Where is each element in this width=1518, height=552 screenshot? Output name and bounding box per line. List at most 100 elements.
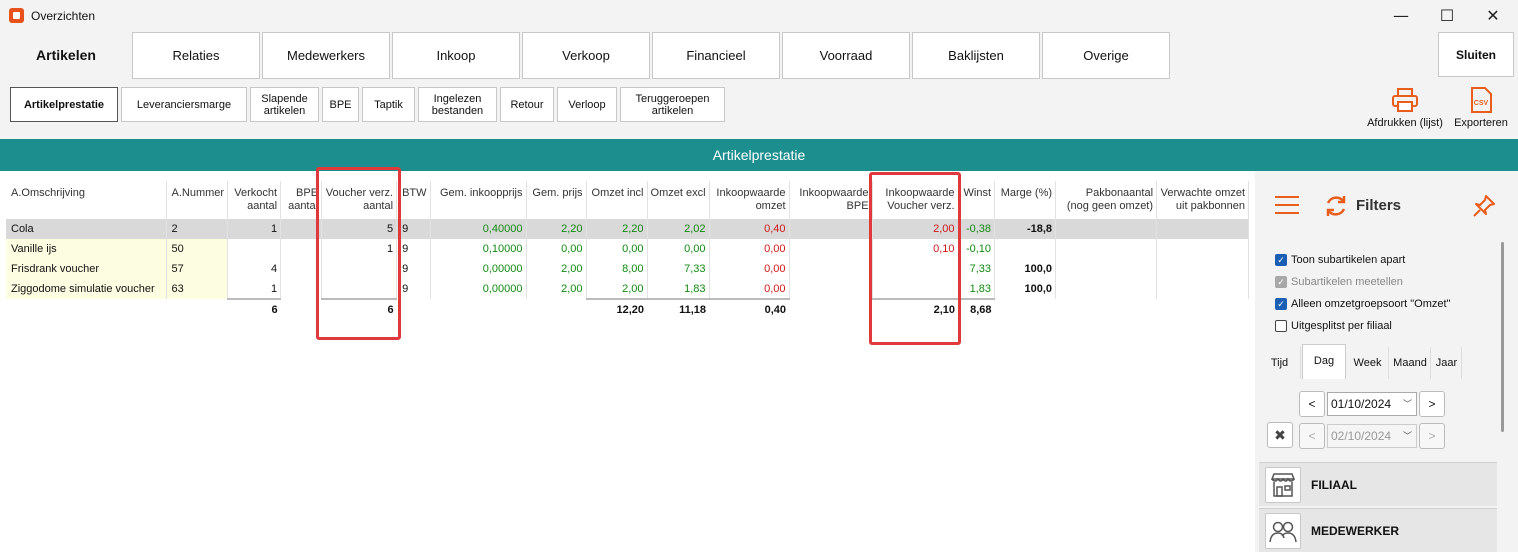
table-row[interactable]: Frisdrank voucher 57 4 9 0,00000 2,00 8,… <box>6 259 1250 279</box>
cell-omschrijving: Vanille ijs <box>6 239 167 259</box>
table-row[interactable]: Cola 2 1 5 9 0,40000 2,20 2,20 2,02 0,40… <box>6 219 1250 239</box>
cell-gem-prijs: 2,20 <box>526 219 587 239</box>
cell-gem-inkoopprijs: 0,00000 <box>430 259 527 279</box>
sub-tab-leveranciersmarge[interactable]: Leveranciersmarge <box>121 87 247 122</box>
minimize-button[interactable]: — <box>1378 0 1424 31</box>
checkbox-checked-icon: ✓ <box>1275 298 1287 310</box>
sub-tab-ingelezen-bestanden[interactable]: Ingelezen bestanden <box>418 87 497 122</box>
sub-tab-taptik[interactable]: Taptik <box>362 87 415 122</box>
uitgesplitst-per-filiaal-checkbox[interactable]: Uitgesplitst per filiaal <box>1275 320 1392 332</box>
maximize-button[interactable]: ☐ <box>1424 0 1470 31</box>
main-tab-financieel[interactable]: Financieel <box>652 32 780 79</box>
total-winst: 8,68 <box>958 298 995 319</box>
total-cell <box>6 299 166 319</box>
cell-nummer: 63 <box>166 279 229 299</box>
filters-title: Filters <box>1356 197 1402 214</box>
total-omzet-excl: 11,18 <box>647 298 710 319</box>
column-header[interactable]: Winst <box>958 181 996 219</box>
total-verkocht: 6 <box>227 298 281 319</box>
sub-tab-bpe[interactable]: BPE <box>322 87 359 122</box>
column-header[interactable]: A.Omschrijving <box>6 181 167 219</box>
period-tab-week[interactable]: Week <box>1347 347 1389 379</box>
subartikelen-meetellen-checkbox: ✓ Subartikelen meetellen <box>1275 276 1403 288</box>
cell-pakbonaantal <box>1055 279 1158 299</box>
period-tab-maand[interactable]: Maand <box>1390 347 1431 379</box>
date-from-input[interactable]: 01/10/2024 ﹀ <box>1327 392 1417 416</box>
main-tab-relaties[interactable]: Relaties <box>132 32 260 79</box>
column-header[interactable]: Inkoopwaarde BPE <box>789 181 873 219</box>
period-tab-tijd[interactable]: Tijd <box>1259 347 1301 379</box>
export-button[interactable]: CSV Exporteren <box>1450 87 1512 129</box>
csv-file-icon: CSV <box>1471 87 1492 113</box>
period-tab-jaar[interactable]: Jaar <box>1432 347 1462 379</box>
clear-date-button[interactable]: ✖ <box>1267 422 1293 448</box>
sub-tab-verloop[interactable]: Verloop <box>557 87 617 122</box>
cell-inkoopwaarde-omzet: 0,00 <box>709 279 790 299</box>
toon-subartikelen-checkbox[interactable]: ✓ Toon subartikelen apart <box>1275 254 1405 266</box>
main-tab-voorraad[interactable]: Voorraad <box>782 32 910 79</box>
date-from-next-button[interactable]: > <box>1419 391 1445 417</box>
print-label: Afdrukken (lijst) <box>1367 117 1443 129</box>
cell-marge: 100,0 <box>994 279 1057 299</box>
filter-scrollbar[interactable] <box>1501 242 1504 432</box>
column-header[interactable]: Verkocht aantal <box>227 181 282 219</box>
main-tab-verkoop[interactable]: Verkoop <box>522 32 650 79</box>
table-row[interactable]: Vanille ijs 50 1 9 0,10000 0,00 0,00 0,0… <box>6 239 1250 259</box>
close-window-button[interactable]: ✕ <box>1470 0 1516 31</box>
cell-omschrijving: Cola <box>6 219 167 239</box>
column-header[interactable]: Gem. inkoopprijs <box>430 181 527 219</box>
print-button[interactable]: Afdrukken (lijst) <box>1362 87 1448 129</box>
cell-gem-inkoopprijs: 0,40000 <box>430 219 527 239</box>
column-header[interactable]: Verwachte omzet uit pakbonnen <box>1156 181 1250 219</box>
cell-verkocht: 1 <box>227 279 282 299</box>
sub-tab-slapende-artikelen[interactable]: Slapende artikelen <box>250 87 319 122</box>
main-tab-artikelen[interactable]: Artikelen <box>10 31 122 79</box>
cell-inkoopwaarde-bpe <box>789 219 873 239</box>
column-header[interactable]: A.Nummer <box>166 181 229 219</box>
cell-omzet-incl: 0,00 <box>586 239 648 259</box>
checkbox-label: Alleen omzetgroepsoort "Omzet" <box>1291 298 1451 310</box>
sub-tab-retour[interactable]: Retour <box>500 87 554 122</box>
main-tab-medewerkers[interactable]: Medewerkers <box>262 32 390 79</box>
period-tab-dag[interactable]: Dag <box>1302 344 1346 379</box>
main-tab-overige[interactable]: Overige <box>1042 32 1170 79</box>
column-header[interactable]: Gem. prijs <box>526 181 587 219</box>
totals-row: 6 6 12,20 11,18 0,40 2,10 8,68 <box>6 298 1249 319</box>
cell-gem-prijs: 0,00 <box>526 239 587 259</box>
highlight-inkoopwaarde-voucher-column <box>869 172 961 345</box>
table-row[interactable]: Ziggodome simulatie voucher 63 1 9 0,000… <box>6 279 1250 299</box>
export-label: Exporteren <box>1454 117 1508 129</box>
sub-tab-teruggeroepen-artikelen[interactable]: Teruggeroepen artikelen <box>620 87 725 122</box>
sub-tab-artikelprestatie[interactable]: Artikelprestatie <box>10 87 118 122</box>
sluiten-button[interactable]: Sluiten <box>1438 32 1514 77</box>
column-header[interactable]: Omzet excl <box>647 181 710 219</box>
cell-nummer: 57 <box>166 259 229 279</box>
checkbox-checked-icon: ✓ <box>1275 276 1287 288</box>
column-header[interactable]: BTW <box>396 181 431 219</box>
main-tab-inkoop[interactable]: Inkoop <box>392 32 520 79</box>
date-to-input: 02/10/2024 ﹀ <box>1327 424 1417 448</box>
menu-icon[interactable] <box>1275 196 1299 214</box>
alleen-omzetgroepsoort-checkbox[interactable]: ✓ Alleen omzetgroepsoort "Omzet" <box>1275 298 1450 310</box>
column-header[interactable]: Marge (%) <box>994 181 1057 219</box>
date-from-prev-button[interactable]: < <box>1299 391 1325 417</box>
checkbox-label: Subartikelen meetellen <box>1291 276 1403 288</box>
main-tab-baklijsten[interactable]: Baklijsten <box>912 32 1040 79</box>
pin-icon[interactable] <box>1471 193 1497 219</box>
refresh-icon[interactable] <box>1323 193 1349 219</box>
column-header[interactable]: Omzet incl <box>586 181 648 219</box>
cell-inkoopwaarde-bpe <box>789 239 873 259</box>
cell-winst: -0,10 <box>958 239 996 259</box>
main-tab-bar: Artikelen Relaties Medewerkers Inkoop Ve… <box>0 31 1518 80</box>
total-cell <box>166 299 228 319</box>
printer-icon <box>1392 88 1418 112</box>
filiaal-section[interactable]: FILIAAL <box>1259 462 1497 506</box>
table-header-row: A.Omschrijving A.Nummer Verkocht aantal … <box>6 181 1250 219</box>
cell-marge: 100,0 <box>994 259 1057 279</box>
total-cell <box>995 299 1056 319</box>
column-header[interactable]: Pakbonaantal (nog geen omzet) <box>1055 181 1158 219</box>
medewerker-section[interactable]: MEDEWERKER <box>1259 508 1497 552</box>
cell-inkoopwaarde-omzet: 0,40 <box>709 219 790 239</box>
column-header[interactable]: Inkoopwaarde omzet <box>709 181 790 219</box>
artikelprestatie-table: A.Omschrijving A.Nummer Verkocht aantal … <box>6 181 1250 319</box>
